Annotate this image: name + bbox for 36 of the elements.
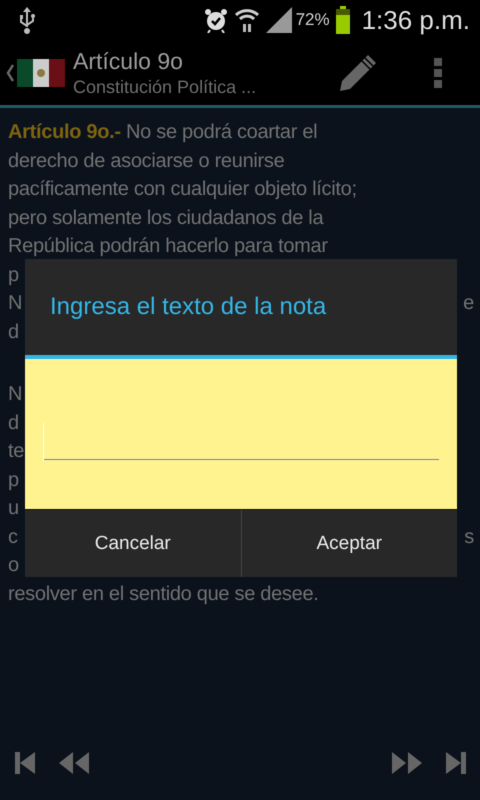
article-text: o	[8, 553, 19, 578]
article-text: Artículo 9o.- No se podrá coartar el	[8, 120, 318, 145]
dialog-title: Ingresa el texto de la nota	[50, 293, 326, 321]
pencil-icon[interactable]	[338, 52, 378, 92]
article-text: s	[464, 524, 474, 550]
usb-icon	[18, 5, 36, 35]
article-text: e	[463, 291, 474, 316]
article-text: d	[8, 410, 19, 436]
rewind-icon[interactable]	[57, 750, 91, 776]
article-text: N	[8, 382, 22, 407]
overflow-menu-icon[interactable]	[434, 58, 442, 88]
signal-icon	[266, 7, 292, 33]
skip-first-icon[interactable]	[13, 750, 37, 776]
article-text: N	[8, 291, 22, 316]
article-text: resolver en el sentido que se desee.	[8, 582, 319, 606]
article-text: d	[8, 320, 19, 344]
wifi-icon	[234, 7, 260, 33]
battery-percentage: 72%	[296, 10, 330, 30]
article-text: te	[8, 439, 24, 464]
screen-title: Artículo 9o	[73, 46, 184, 74]
article-text: u	[8, 496, 19, 521]
screen-subtitle: Constitución Política ...	[73, 76, 258, 98]
battery-icon	[336, 6, 350, 34]
article-text: pacíficamente con cualquier objeto lícito;	[8, 177, 357, 202]
article-text: pero solamente los ciudadanos de la	[8, 206, 324, 230]
chevron-left-icon	[6, 64, 14, 82]
alarm-clock-icon	[204, 7, 228, 33]
flag-icon	[17, 58, 65, 86]
clock-time: 1:36 p.m.	[362, 4, 470, 36]
article-text: p	[8, 468, 19, 492]
skip-last-icon[interactable]	[444, 750, 468, 776]
article-text: República podrán hacerlo para tomar	[8, 234, 328, 259]
article-text: p	[8, 262, 19, 288]
article-text: derecho de asociarse o reunirse	[8, 148, 284, 174]
article-text: c	[8, 524, 18, 550]
fast-forward-icon[interactable]	[390, 750, 424, 776]
